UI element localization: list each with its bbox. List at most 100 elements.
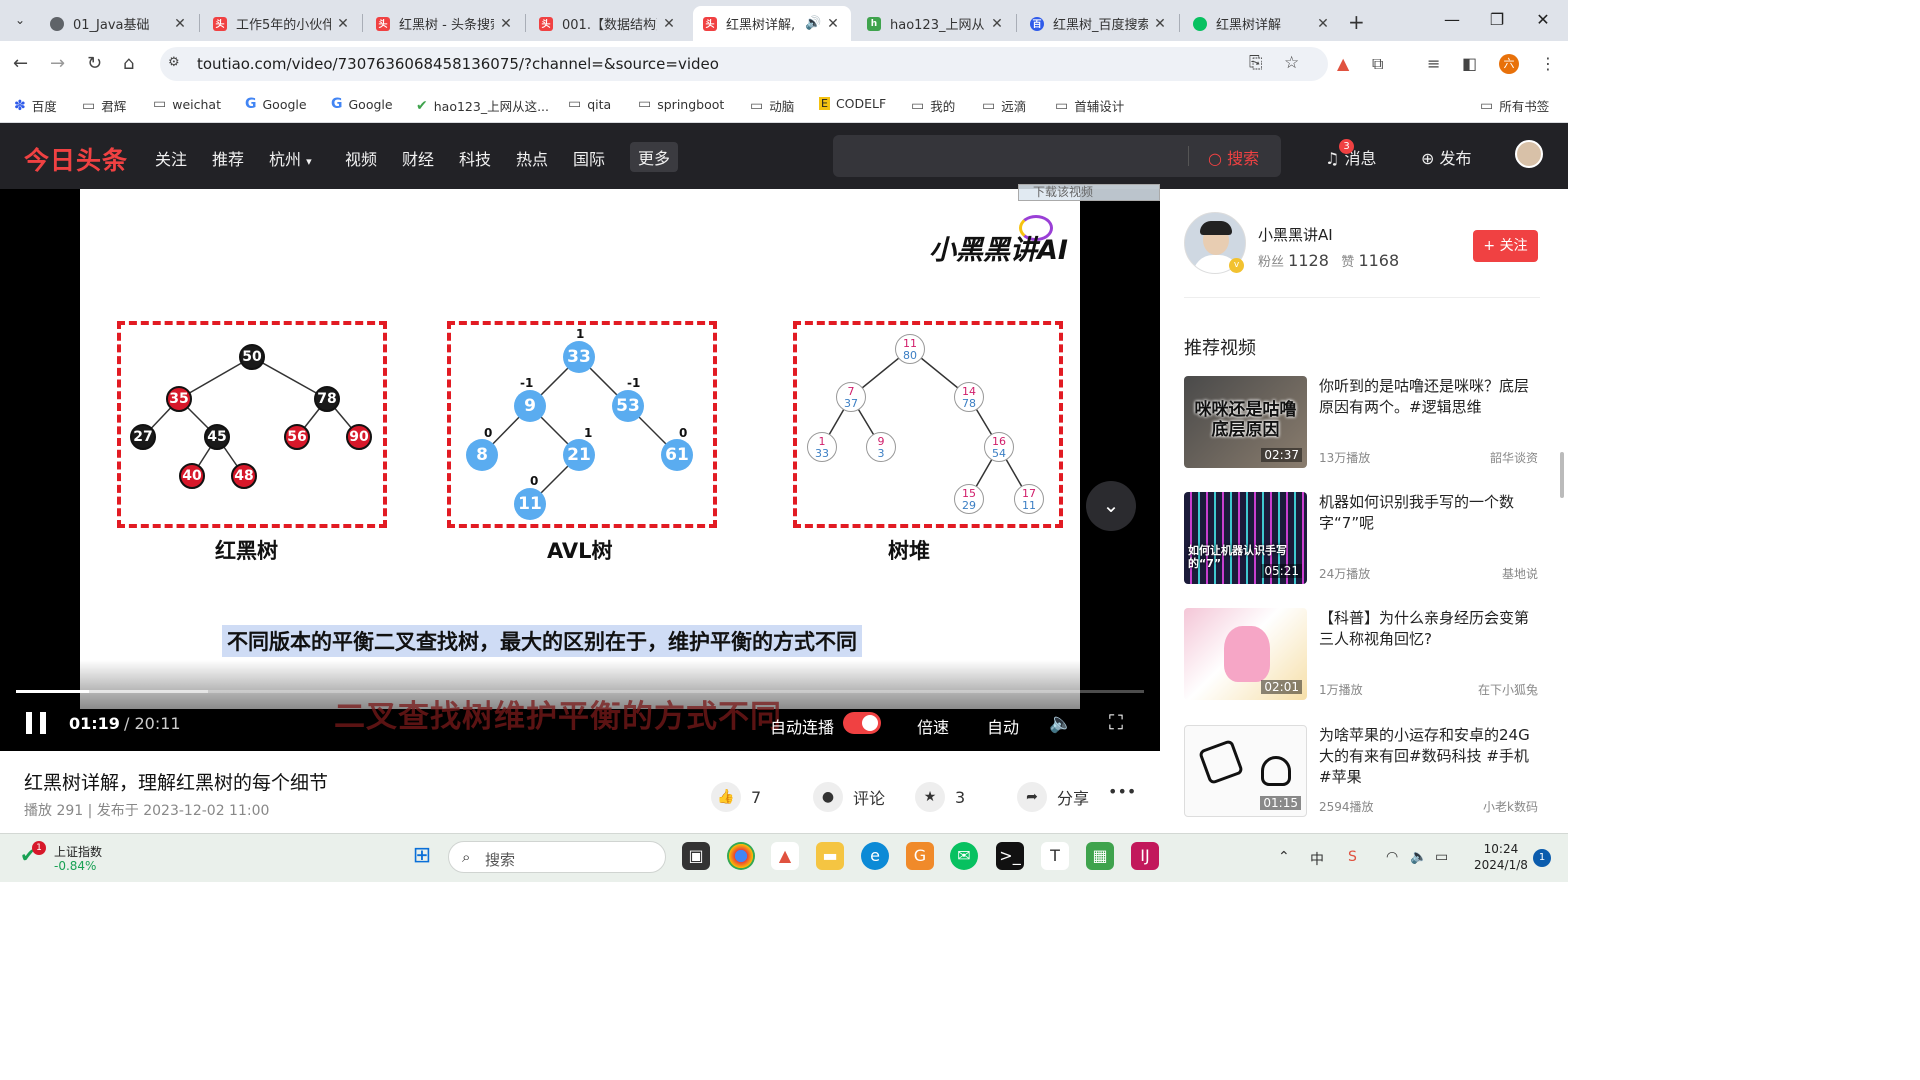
bookmark-folder[interactable]: ▭ 远滴 [982,96,1026,115]
tab-wechat[interactable]: 红黑树详解 ✕ [1183,6,1341,41]
bookmark-folder[interactable]: ▭ 我的 [911,96,955,115]
fullscreen-icon[interactable]: ⛶ [1109,710,1123,734]
speaker-icon[interactable]: 🔊 [805,16,821,31]
close-icon[interactable]: ✕ [335,16,351,32]
follow-button[interactable]: + 关注 [1473,230,1538,262]
chevron-up-icon[interactable]: ⌃ [1278,849,1290,865]
close-icon[interactable]: ✕ [989,16,1005,32]
close-icon[interactable]: ✕ [661,16,677,32]
tab-hao123[interactable]: h hao123_上网从这里 ✕ [857,6,1015,41]
home-button[interactable]: ⌂ [123,53,134,74]
volume-icon[interactable]: 🔈 [1049,711,1073,734]
typora-icon[interactable]: T [1041,842,1069,870]
nav-item[interactable]: 科技 [459,146,491,170]
bookmark-folder[interactable]: ▭ 动脑 [750,96,794,115]
recommended-item[interactable]: 如何让机器认识手写的“7” 05:21 机器如何识别我手写的一个数字“7”呢 2… [1184,492,1540,586]
download-video-badge[interactable]: 下载该视频 [1018,184,1160,201]
recommended-title[interactable]: 机器如何识别我手写的一个数字“7”呢 [1319,492,1537,534]
like-button[interactable]: 👍 7 [711,782,761,812]
video-thumbnail[interactable]: 咪咪还是咕噜 底层原因 02:37 [1184,376,1307,468]
nav-item[interactable]: 热点 [516,146,548,170]
author-name[interactable]: 小黑黑讲AI [1258,224,1333,245]
spreadsheet-icon[interactable]: ▦ [1086,842,1114,870]
maximize-button[interactable]: ❐ [1487,10,1507,29]
tab-work[interactable]: 头 工作5年的小伙伴 ✕ [203,6,361,41]
tab-search-rbt[interactable]: 头 红黑树 - 头条搜索 ✕ [366,6,524,41]
antivirus-icon[interactable]: S [1348,849,1357,865]
windows-start-icon[interactable]: ⊞ [408,842,436,870]
profile-avatar[interactable]: 六 [1499,54,1519,74]
author-name[interactable]: 在下小狐兔 [1478,681,1538,698]
wechat-icon[interactable]: ✉ [950,842,978,870]
bookmark-folder[interactable]: ▭ qita [568,96,611,112]
bookmark-google[interactable]: G Google [245,96,307,112]
messages-button[interactable]: ♫ 3 消息 [1325,139,1376,169]
extension-icon[interactable]: ▲ [1337,54,1349,73]
pdf-app-icon[interactable]: G [906,842,934,870]
bookmark-folder[interactable]: ▭ 君辉 [82,96,126,115]
edge-icon[interactable]: e [861,842,889,870]
bookmark-google[interactable]: G Google [331,96,393,112]
task-view-icon[interactable]: ▣ [682,842,710,870]
nav-item[interactable]: 推荐 [212,146,244,170]
close-icon[interactable]: ✕ [825,16,841,32]
notification-badge[interactable]: 1 [1533,849,1551,867]
media-icon[interactable]: ≡ [1427,54,1440,73]
quality-button[interactable]: 自动 [987,714,1019,738]
site-logo[interactable]: 今日头条 [24,141,128,177]
volume-icon[interactable]: 🔈 [1410,849,1427,865]
nav-item[interactable]: 国际 [573,146,605,170]
author-name[interactable]: 基地说 [1502,565,1538,582]
bookmark-folder[interactable]: ▭ weichat [153,96,221,112]
collapse-chevron-button[interactable]: ⌄ [1086,481,1136,531]
nav-item[interactable]: 财经 [402,146,434,170]
close-icon[interactable]: ✕ [1152,16,1168,32]
url-text[interactable]: toutiao.com/video/7307636068458136075/?c… [197,55,719,73]
file-explorer-icon[interactable]: ▬ [816,842,844,870]
bookmark-folder[interactable]: ▭ 首辅设计 [1055,96,1124,115]
minimize-button[interactable]: — [1442,10,1462,29]
bookmark-hao123[interactable]: ✔ hao123_上网从这... [416,96,549,115]
app-icon[interactable]: ▲ [771,842,799,870]
tab-ds[interactable]: 头 001.【数据结构】 ✕ [529,6,687,41]
nav-more[interactable]: 更多 [630,142,679,172]
close-icon[interactable]: ✕ [1315,16,1331,32]
reload-button[interactable]: ↻ [87,53,102,74]
bookmark-star-icon[interactable]: ☆ [1284,53,1299,73]
extensions-puzzle-icon[interactable]: ⧉ [1372,54,1383,74]
user-avatar[interactable] [1515,140,1543,168]
wifi-icon[interactable]: ◠ [1386,849,1398,865]
tab-rbt-video[interactable]: 头 红黑树详解, 🔊 ✕ [693,6,851,41]
close-window-button[interactable]: ✕ [1533,10,1553,29]
nav-item-city[interactable]: 杭州 ▾ [269,146,312,170]
nav-item[interactable]: 视频 [345,146,377,170]
close-icon[interactable]: ✕ [172,16,188,32]
share-button[interactable]: ➦ 分享 [1017,782,1089,812]
battery-icon[interactable]: ▭ [1435,849,1448,865]
speed-button[interactable]: 倍速 [917,714,949,738]
publish-button[interactable]: ⊕ 发布 [1421,145,1472,169]
video-thumbnail[interactable]: 如何让机器认识手写的“7” 05:21 [1184,492,1307,584]
input-method-icon[interactable]: 中 [1310,849,1324,869]
bookmark-folder[interactable]: ▭ springboot [638,96,724,112]
close-icon[interactable]: ✕ [498,16,514,32]
install-app-icon[interactable]: ⎘ [1249,53,1263,73]
terminal-icon[interactable]: >_ [996,842,1024,870]
recommended-title[interactable]: 你听到的是咕噜还是咪咪？底层原因有两个。#逻辑思维 [1319,376,1537,418]
recommended-item[interactable]: 01:15 为啥苹果的小运存和安卓的24G大的有来有回#数码科技 #手机 #苹果… [1184,725,1540,819]
site-info-icon[interactable]: ⚙ [168,55,180,70]
pause-button[interactable] [26,712,48,734]
search-button[interactable]: ○ 搜索 [1208,145,1259,169]
comment-button[interactable]: ● 评论 [813,782,885,812]
bookmark-baidu[interactable]: ✽ 百度 [14,96,57,115]
menu-kebab-icon[interactable]: ⋮ [1540,54,1556,73]
author-name[interactable]: 小老k数码 [1483,798,1538,815]
taskbar-search[interactable]: ⌕ 搜索 [448,841,666,873]
bookmark-codelf[interactable]: E CODELF [819,96,886,111]
recommended-title[interactable]: 为啥苹果的小运存和安卓的24G大的有来有回#数码科技 #手机 #苹果 [1319,725,1537,788]
author-name[interactable]: 韶华谈资 [1490,449,1538,466]
more-button[interactable]: ••• [1108,782,1136,801]
video-thumbnail[interactable]: 02:01 [1184,608,1307,700]
system-clock[interactable]: 10:24 2024/1/8 [1474,841,1528,873]
address-bar[interactable]: ⚙ toutiao.com/video/7307636068458136075/… [160,47,1328,81]
